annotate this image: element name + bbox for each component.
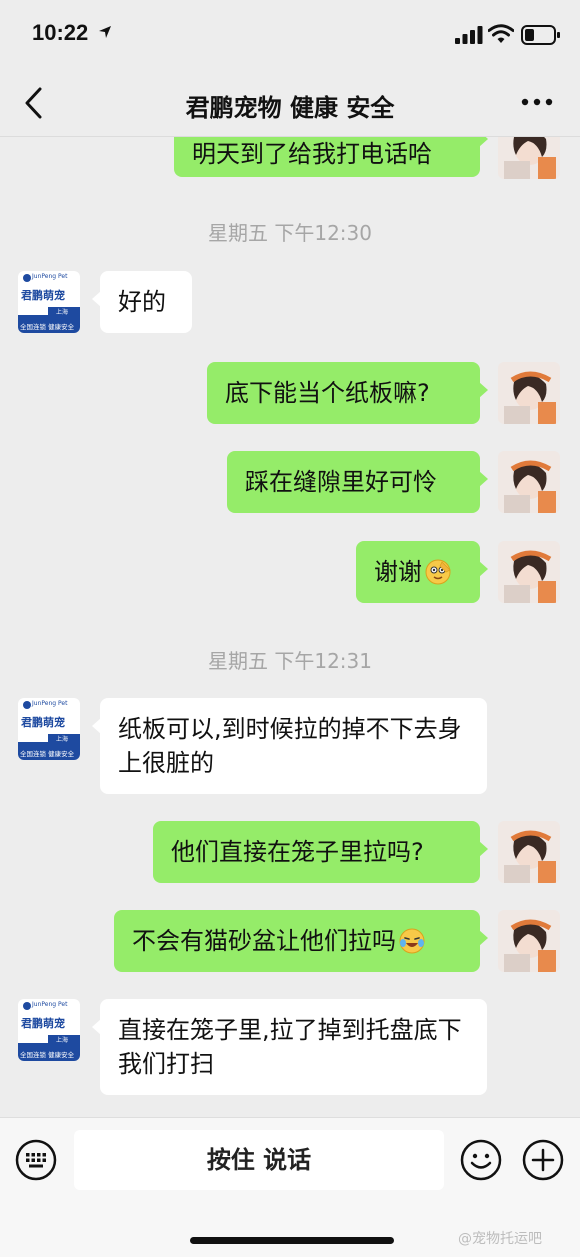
- avatar-tagline: 全国连锁 健康安全: [20, 323, 75, 331]
- message-text: 底下能当个纸板嘛?: [225, 379, 430, 407]
- more-options-icon[interactable]: [520, 92, 554, 112]
- message-text: 好的: [118, 288, 166, 316]
- message-row: 谢谢: [0, 541, 580, 605]
- avatar-brand-en: JunPeng Pet: [32, 273, 68, 280]
- keyboard-toggle-icon[interactable]: [15, 1139, 57, 1181]
- message-row: JunPeng Pet 君鹏萌宠 上海 全国连锁 健康安全 好的: [0, 271, 580, 335]
- message-row: 不会有猫砂盆让他们拉吗: [0, 910, 580, 974]
- avatar-brand-cn: 君鹏萌宠: [21, 716, 65, 729]
- avatar-self[interactable]: [498, 362, 560, 424]
- avatar-self[interactable]: [498, 541, 560, 603]
- avatar-city: 上海: [56, 1037, 69, 1044]
- message-bubble-self[interactable]: 他们直接在笼子里拉吗?: [153, 821, 488, 883]
- emoji-laugh-cry-icon: [399, 928, 425, 954]
- status-bar: 10:22: [0, 0, 580, 68]
- cellular-signal-icon: [455, 26, 483, 44]
- input-bar: 按住 说话 @宠物托运吧: [0, 1117, 580, 1257]
- message-row: JunPeng Pet 君鹏萌宠 上海 全国连锁 健康安全 纸板可以,到时候拉的…: [0, 698, 580, 796]
- chat-header: 君鹏宠物 健康 安全: [0, 68, 580, 137]
- avatar-junpeng[interactable]: JunPeng Pet 君鹏萌宠 上海 全国连锁 健康安全: [18, 698, 80, 760]
- wifi-icon: [488, 24, 514, 43]
- more-actions-plus-icon[interactable]: [522, 1139, 564, 1181]
- avatar-junpeng[interactable]: JunPeng Pet 君鹏萌宠 上海 全国连锁 健康安全: [18, 271, 80, 333]
- message-text: 他们直接在笼子里拉吗?: [171, 838, 424, 866]
- message-bubble-other[interactable]: 直接在笼子里,拉了掉到托盘底下我们打扫: [92, 999, 487, 1095]
- avatar-self[interactable]: [498, 910, 560, 972]
- message-text: 纸板可以,到时候拉的掉不下去身上很脏的: [118, 715, 462, 777]
- emoji-salute-icon: [425, 559, 451, 585]
- status-time: 10:22: [32, 20, 89, 45]
- message-row: 他们直接在笼子里拉吗?: [0, 821, 580, 885]
- message-bubble-other[interactable]: 好的: [92, 271, 192, 333]
- avatar-city: 上海: [56, 309, 69, 316]
- message-bubble-self[interactable]: 底下能当个纸板嘛?: [207, 362, 488, 424]
- avatar-brand-en: JunPeng Pet: [32, 700, 68, 707]
- avatar-brand-en: JunPeng Pet: [32, 1001, 68, 1008]
- message-row: 踩在缝隙里好可怜: [0, 451, 580, 515]
- avatar-brand-cn: 君鹏萌宠: [21, 289, 65, 302]
- message-row: JunPeng Pet 君鹏萌宠 上海 全国连锁 健康安全 直接在笼子里,拉了掉…: [0, 999, 580, 1097]
- timestamp: 星期五 下午12:31: [208, 649, 372, 673]
- message-bubble-other[interactable]: 纸板可以,到时候拉的掉不下去身上很脏的: [92, 698, 487, 794]
- message-text: 明天到了给我打电话哈: [192, 140, 432, 168]
- chat-title: 君鹏宠物 健康 安全: [185, 94, 395, 122]
- home-indicator[interactable]: [190, 1237, 394, 1244]
- avatar-self[interactable]: [498, 137, 560, 179]
- message-bubble-self[interactable]: 明天到了给我打电话哈: [174, 137, 488, 177]
- avatar-self[interactable]: [498, 451, 560, 513]
- avatar-tagline: 全国连锁 健康安全: [20, 750, 75, 758]
- avatar-tagline: 全国连锁 健康安全: [20, 1051, 75, 1059]
- emoji-picker-icon[interactable]: [460, 1139, 502, 1181]
- hold-to-talk-button[interactable]: 按住 说话: [74, 1130, 444, 1190]
- message-row: 明天到了给我打电话哈: [0, 137, 580, 187]
- message-bubble-self[interactable]: 谢谢: [356, 541, 488, 603]
- timestamp: 星期五 下午12:30: [208, 221, 372, 245]
- message-list[interactable]: 明天到了给我打电话哈 星期五 下午12:30 JunPeng Pet 君鹏萌宠 …: [0, 137, 580, 1117]
- watermark: @宠物托运吧: [458, 1231, 542, 1247]
- message-text: 踩在缝隙里好可怜: [245, 468, 437, 496]
- avatar-self[interactable]: [498, 821, 560, 883]
- location-arrow-icon: [99, 26, 111, 38]
- battery-icon: [521, 25, 560, 45]
- message-bubble-self[interactable]: 不会有猫砂盆让他们拉吗: [114, 910, 488, 972]
- message-row: 底下能当个纸板嘛?: [0, 362, 580, 426]
- avatar-city: 上海: [56, 736, 69, 743]
- message-text: 直接在笼子里,拉了掉到托盘底下我们打扫: [118, 1016, 462, 1078]
- message-text: 谢谢: [374, 558, 422, 586]
- avatar-brand-cn: 君鹏萌宠: [21, 1017, 65, 1030]
- message-text: 不会有猫砂盆让他们拉吗: [132, 927, 396, 955]
- message-bubble-self[interactable]: 踩在缝隙里好可怜: [227, 451, 488, 513]
- avatar-junpeng[interactable]: JunPeng Pet 君鹏萌宠 上海 全国连锁 健康安全: [18, 999, 80, 1061]
